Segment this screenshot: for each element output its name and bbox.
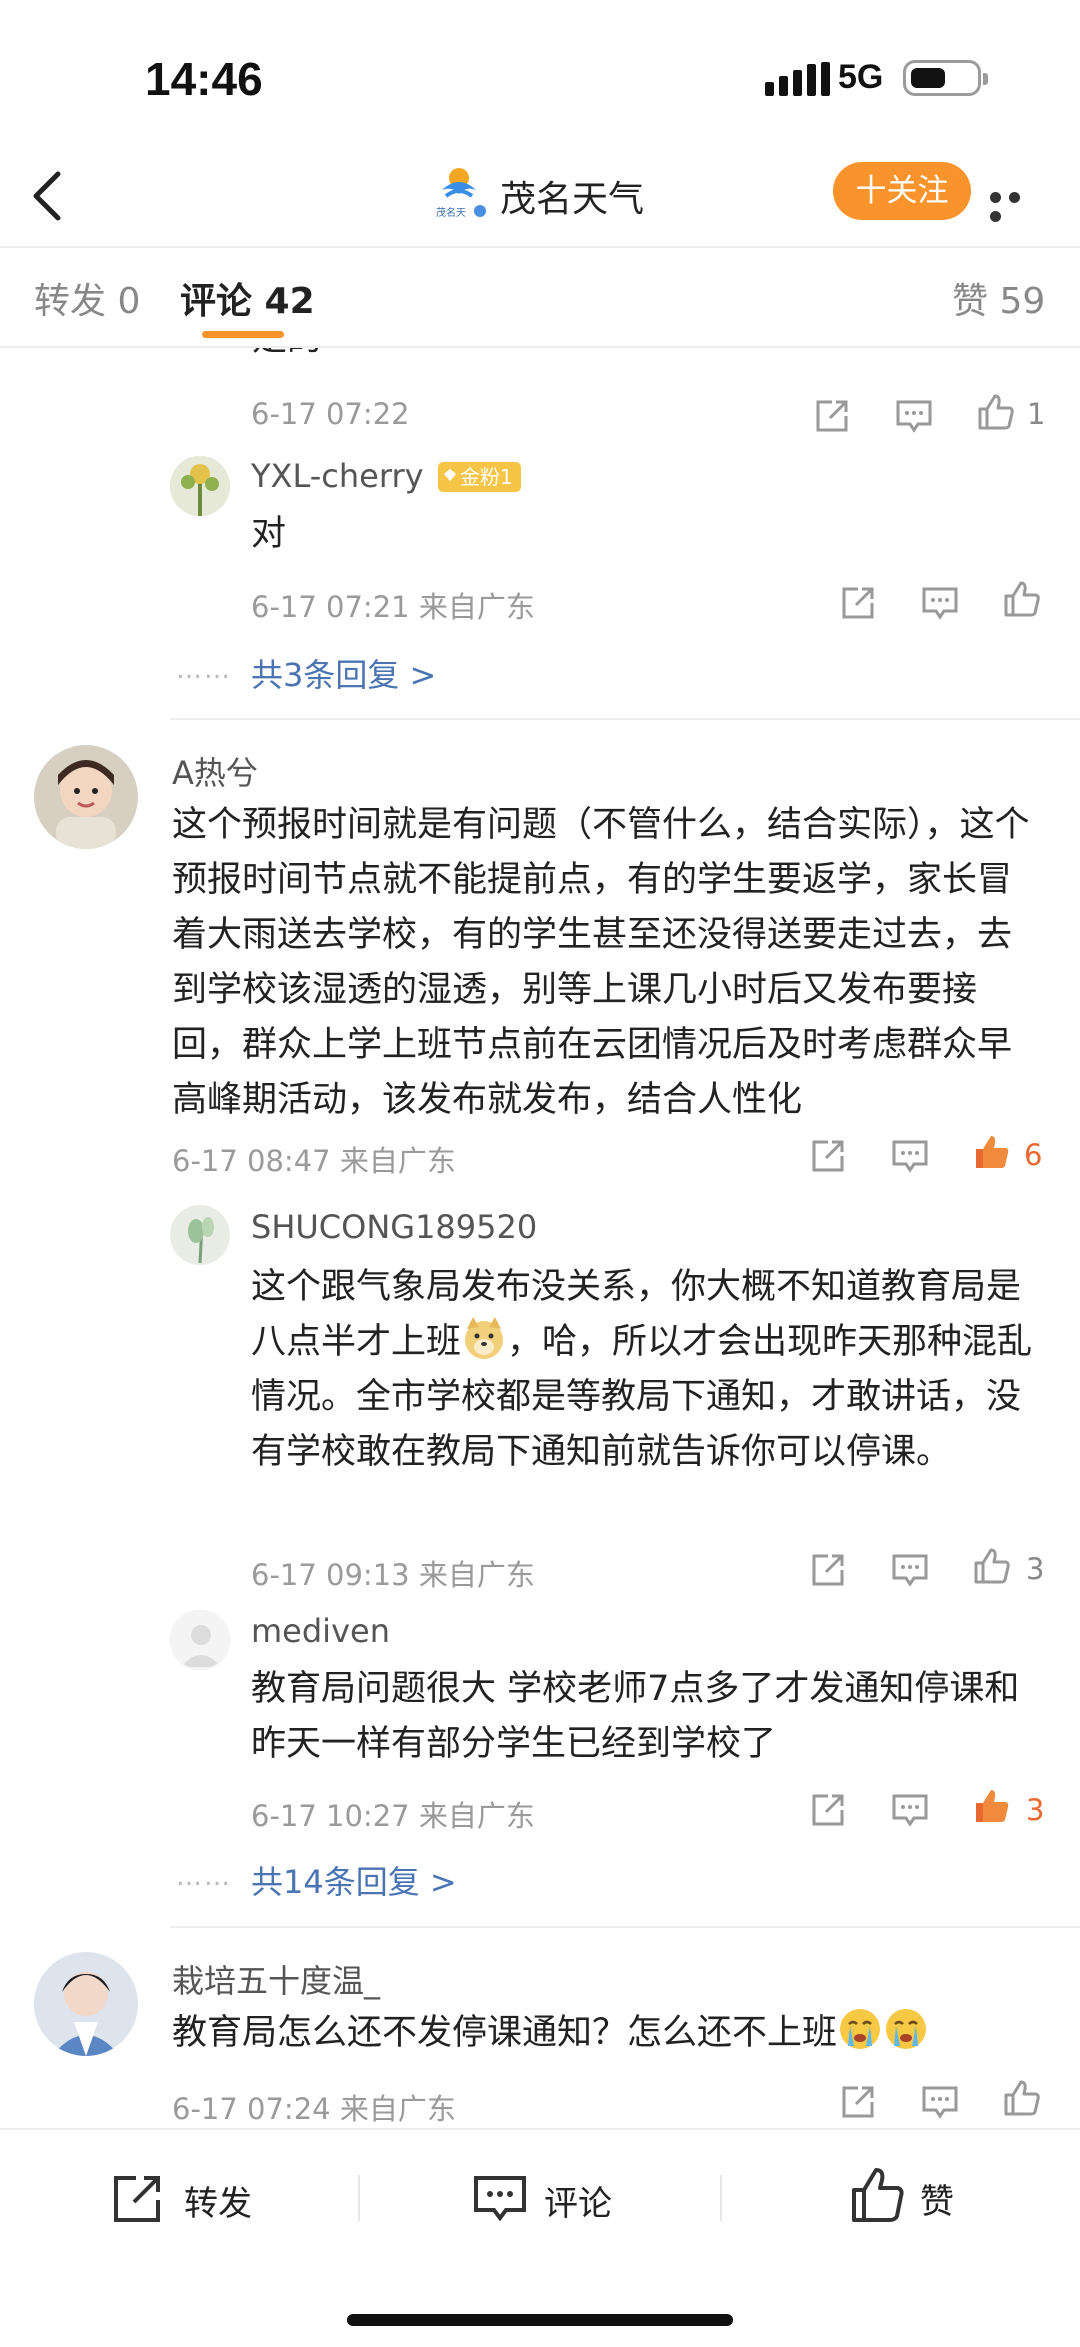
comment-text: 这个预报时间就是有问题（不管什么，结合实际），这个预报时间节点就不能提前点，有的… xyxy=(172,805,1030,1120)
comment-icon[interactable] xyxy=(890,1550,930,1590)
tab-like[interactable]: 赞 59 xyxy=(952,272,1045,324)
comment-text-part: 教育局怎么还不发停课通知？怎么还不上班 xyxy=(172,2013,838,2053)
doge-emoji-icon xyxy=(465,1317,504,1359)
comment-divider xyxy=(170,1926,1080,1928)
commenter-name[interactable]: SHUCONG189520 xyxy=(251,1208,537,1246)
replies-leader: …… xyxy=(176,1862,232,1892)
avatar-image xyxy=(170,1205,230,1265)
comment-label: 评论 xyxy=(544,2184,612,2224)
comment-meta: 6-17 08:47 来自广东 xyxy=(172,1144,456,1178)
comment-meta: 6-17 07:24 来自广东 xyxy=(172,2092,456,2126)
comment-divider xyxy=(170,718,1080,720)
comment-meta: 6-17 10:27 来自广东 xyxy=(251,1799,535,1833)
avatar[interactable] xyxy=(170,1205,230,1265)
comment-text: 这个跟气象局发布没关系，你大概不知道教育局是八点半才上班 ，哈，所以才会出现昨天那… xyxy=(251,1260,1041,1480)
avatar-image xyxy=(34,745,138,849)
more-options-icon[interactable] xyxy=(990,188,1046,222)
repost-icon xyxy=(114,2176,160,2222)
comment-meta: 6-17 07:22 xyxy=(251,397,410,431)
like-icon-active[interactable] xyxy=(972,1132,1012,1172)
avatar[interactable] xyxy=(170,456,230,516)
commenter-name[interactable]: A热兮 xyxy=(172,748,258,794)
share-icon[interactable] xyxy=(838,2082,878,2122)
page-title: 茂名天气 xyxy=(500,179,645,220)
like-icon[interactable] xyxy=(1002,2078,1042,2118)
active-tab-indicator xyxy=(202,331,284,338)
share-icon[interactable] xyxy=(808,1550,848,1590)
comment-text: 是的 xyxy=(252,348,322,367)
comment-text: 教育局问题很大 学校老师7点多了才发通知停课和昨天一样有部分学生已经到学校了 xyxy=(251,1669,1020,1764)
view-more-replies-link[interactable]: 共3条回复 > xyxy=(251,650,436,696)
replies-leader: …… xyxy=(176,655,232,685)
back-arrow-icon[interactable] xyxy=(28,168,68,224)
clipped-text-area: 是的 xyxy=(0,348,1080,370)
commenter-name[interactable]: YXL-cherry xyxy=(251,457,424,495)
logo-text: 茂名天 xyxy=(436,206,466,219)
avatar[interactable] xyxy=(34,745,138,849)
like-count: 1 xyxy=(1027,397,1046,431)
tab-repost[interactable]: 转发 0 xyxy=(34,272,140,324)
fan-badge-label: 金粉1 xyxy=(460,465,513,489)
comment-icon[interactable] xyxy=(894,396,934,436)
view-more-replies-link[interactable]: 共14条回复 > xyxy=(251,1857,457,1903)
bottom-separator xyxy=(720,2175,722,2221)
comment-icon[interactable] xyxy=(920,583,960,623)
weather-logo-icon: 茂名天 xyxy=(436,168,486,219)
default-avatar-icon xyxy=(171,1611,229,1669)
signal-icon xyxy=(765,62,830,96)
like-icon xyxy=(852,2168,904,2222)
avatar[interactable] xyxy=(170,1610,230,1670)
like-icon[interactable] xyxy=(976,392,1016,432)
home-indicator xyxy=(347,2314,733,2326)
follow-button[interactable]: 十关注 xyxy=(833,162,971,220)
battery-icon xyxy=(903,60,988,96)
comment-icon xyxy=(474,2176,526,2222)
avatar-image xyxy=(34,1952,138,2056)
like-count: 6 xyxy=(1024,1138,1043,1172)
avatar-image xyxy=(170,456,230,516)
share-icon[interactable] xyxy=(808,1790,848,1830)
like-label: 赞 xyxy=(920,2182,954,2222)
status-time: 14:46 xyxy=(145,53,263,105)
like-count: 3 xyxy=(1026,1793,1045,1827)
comment-icon[interactable] xyxy=(890,1790,930,1830)
network-type: 5G xyxy=(838,58,884,96)
comment-meta: 6-17 07:21 来自广东 xyxy=(251,590,535,624)
commenter-name[interactable]: 栽培五十度温_ xyxy=(172,1956,380,2002)
comment-icon[interactable] xyxy=(920,2082,960,2122)
comment-button[interactable]: 评论 xyxy=(472,2168,632,2228)
crying-emoji-icon xyxy=(886,2009,927,2049)
commenter-name[interactable]: mediven xyxy=(251,1612,390,1650)
share-icon[interactable] xyxy=(808,1136,848,1176)
nav-divider xyxy=(0,246,1080,248)
repost-label: 转发 xyxy=(184,2184,252,2224)
crying-emoji-icon xyxy=(840,2009,881,2049)
like-count: 3 xyxy=(1026,1552,1045,1586)
like-icon[interactable] xyxy=(972,1546,1012,1586)
fan-badge: 金粉1 xyxy=(438,462,521,492)
share-icon[interactable] xyxy=(838,583,878,623)
repost-button[interactable]: 转发 xyxy=(110,2168,270,2228)
bottom-separator xyxy=(358,2175,360,2221)
like-icon-active[interactable] xyxy=(972,1786,1012,1826)
comment-meta: 6-17 09:13 来自广东 xyxy=(251,1558,535,1592)
comment-text: 对 xyxy=(251,514,287,554)
share-icon[interactable] xyxy=(812,396,852,436)
avatar[interactable] xyxy=(34,1952,138,2056)
like-button[interactable]: 赞 xyxy=(850,2166,990,2228)
comment-icon[interactable] xyxy=(890,1136,930,1176)
tab-comment[interactable]: 评论 42 xyxy=(180,272,315,324)
like-icon[interactable] xyxy=(1002,579,1042,619)
comment-text: 教育局怎么还不发停课通知？怎么还不上班 xyxy=(172,2006,1042,2061)
